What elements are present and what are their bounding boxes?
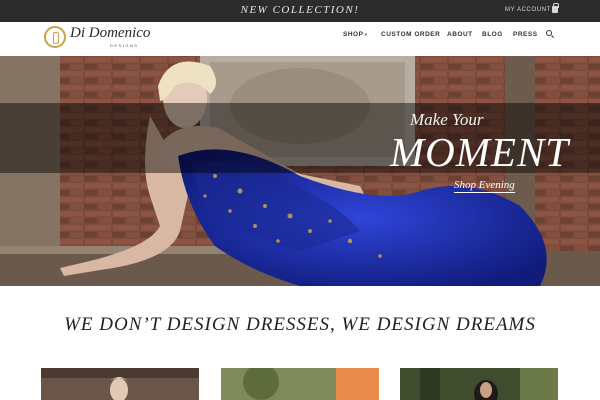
my-account-link[interactable]: MY ACCOUNT xyxy=(505,7,551,13)
logo-wordmark: Di Domenico xyxy=(70,25,151,41)
hero-kicker: Make Your xyxy=(410,110,484,129)
nav-item-label: SHOP xyxy=(343,31,364,38)
featured-photo-1 xyxy=(41,368,199,400)
featured-image-3[interactable] xyxy=(400,368,558,400)
nav-item-about[interactable]: ABOUT xyxy=(447,31,473,38)
featured-photo-2 xyxy=(221,368,379,400)
logo-subtitle: DESIGNS xyxy=(110,43,139,48)
announcement-bar: NEW COLLECTION! MY ACCOUNT xyxy=(0,0,600,22)
chevron-down-icon: » xyxy=(364,32,368,38)
search-icon[interactable] xyxy=(546,30,552,36)
section-heading: WE DON’T DESIGN DRESSES, WE DESIGN DREAM… xyxy=(64,314,536,335)
logo-emblem-icon xyxy=(44,26,66,48)
nav-item-press[interactable]: PRESS xyxy=(513,31,538,38)
featured-image-2[interactable] xyxy=(221,368,379,400)
featured-image-1[interactable] xyxy=(41,368,199,400)
nav-item-shop[interactable]: SHOP» xyxy=(343,31,368,38)
shop-evening-link[interactable]: Shop Evening xyxy=(454,179,515,193)
nav-item-custom-order[interactable]: CUSTOM ORDER xyxy=(381,31,440,38)
hero-title: MOMENT xyxy=(390,129,570,175)
featured-photo-3 xyxy=(400,368,558,400)
nav-item-blog[interactable]: BLOG xyxy=(482,31,503,38)
shopping-bag-icon[interactable] xyxy=(552,3,559,13)
site-header: Di Domenico DESIGNS xyxy=(0,22,600,56)
